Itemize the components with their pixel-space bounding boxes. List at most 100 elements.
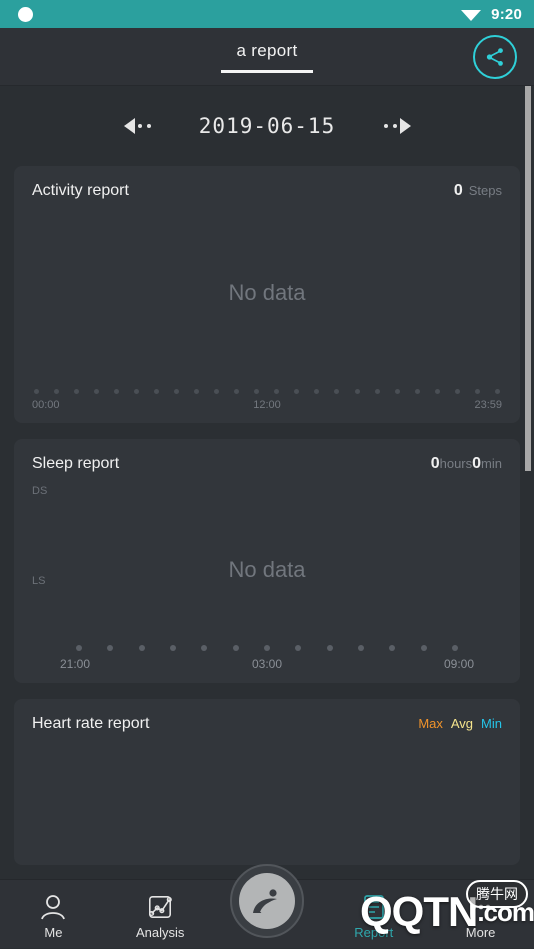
- wifi-icon: [461, 10, 482, 21]
- status-bar-right: 9:20: [460, 6, 522, 23]
- activity-axis-ticks: [32, 389, 502, 394]
- heart-rate-chart-plot: [32, 733, 502, 853]
- sleep-axis-tick: [263, 645, 270, 651]
- activity-chart: No data 00:00 12:00 23:59: [32, 200, 502, 412]
- activity-axis-tick: [234, 389, 240, 394]
- heart-rate-report-card[interactable]: Heart rate report Max Avg Min: [14, 699, 520, 865]
- sleep-card-header: Sleep report 0 hours 0 min: [32, 455, 502, 473]
- sleep-chart-plot: DS LS No data: [32, 473, 502, 643]
- heart-rate-card-title: Heart rate report: [32, 715, 150, 732]
- previous-day-button[interactable]: [82, 118, 192, 134]
- chart-icon: [149, 895, 173, 919]
- nav-item-report[interactable]: Report: [320, 880, 427, 948]
- sleep-axis-ticks: [32, 645, 502, 651]
- current-date[interactable]: 2019-06-15: [192, 114, 342, 138]
- activity-chart-plot: No data: [32, 200, 502, 385]
- tab-data-report[interactable]: a report: [221, 41, 313, 73]
- runner-logo-icon: [253, 889, 277, 913]
- activity-axis-tick: [174, 389, 180, 394]
- activity-axis-tick: [94, 389, 100, 394]
- activity-report-card[interactable]: Activity report 0 Steps No data 00:00 12…: [14, 166, 520, 423]
- sleep-axis-end: 09:00: [443, 657, 474, 671]
- document-icon: [363, 895, 384, 919]
- date-navigation: 2019-06-15: [0, 86, 534, 166]
- heart-rate-legend-max: Max: [418, 716, 443, 731]
- tab-label: a report: [236, 40, 298, 60]
- nav-label-report: Report: [354, 925, 394, 940]
- nav-item-analysis[interactable]: Analysis: [107, 880, 214, 948]
- sleep-hours-unit: hours: [439, 456, 473, 471]
- activity-axis-tick: [114, 389, 120, 394]
- activity-axis-tick: [194, 389, 200, 394]
- sleep-duration-metric: 0 hours 0 min: [431, 455, 502, 473]
- sleep-axis-tick: [169, 645, 176, 651]
- tab-active-indicator: [221, 69, 313, 73]
- activity-axis-tick: [454, 389, 460, 394]
- person-icon: [41, 895, 66, 920]
- chevron-left-icon: [123, 118, 135, 134]
- sleep-hours-value: 0: [430, 455, 440, 472]
- activity-axis-tick: [414, 389, 420, 394]
- sleep-axis-start: 21:00: [60, 657, 91, 671]
- nav-label-analysis: Analysis: [135, 925, 185, 940]
- sleep-axis-tick: [451, 645, 458, 651]
- sleep-axis-tick: [357, 645, 364, 651]
- activity-axis-tick: [274, 389, 280, 394]
- app-bar: a report: [0, 28, 534, 86]
- scrollbar[interactable]: [525, 86, 534, 879]
- sleep-card-title: Sleep report: [32, 455, 120, 472]
- fab-activity-button[interactable]: [230, 864, 304, 938]
- sleep-axis-tick: [76, 645, 82, 651]
- deep-sleep-label: DS: [32, 485, 48, 497]
- sleep-empty-state: No data: [228, 557, 306, 582]
- activity-empty-state: No data: [228, 279, 306, 305]
- chevron-right-icon: [399, 118, 411, 134]
- bottom-navigation: Me Analysis Report More QQTN .com 腾牛网: [0, 864, 534, 948]
- heart-rate-legend: Max Avg Min: [418, 716, 502, 731]
- prev-dots-icon: [137, 124, 151, 128]
- activity-card-header: Activity report 0 Steps: [32, 182, 502, 200]
- share-button[interactable]: [473, 34, 517, 79]
- activity-axis-tick: [154, 389, 160, 394]
- heart-rate-legend-avg: Avg: [450, 716, 474, 731]
- share-icon: [486, 47, 503, 66]
- scrollbar-thumb[interactable]: [525, 86, 531, 471]
- sleep-axis-tick: [389, 645, 396, 651]
- activity-steps-metric: 0 Steps: [454, 182, 502, 200]
- activity-card-title: Activity report: [32, 182, 129, 199]
- nav-item-more[interactable]: More: [427, 880, 534, 948]
- activity-steps-unit: Steps: [468, 183, 502, 198]
- fab-inner-circle: [239, 873, 295, 929]
- sleep-chart: DS LS No data 21:00 03:00 09:00: [32, 473, 502, 671]
- sleep-axis-tick: [107, 645, 114, 651]
- status-time: 9:20: [491, 5, 522, 23]
- sleep-axis-middle: 03:00: [251, 657, 283, 671]
- activity-axis-tick: [134, 389, 140, 394]
- activity-axis-start: 00:00: [32, 399, 60, 411]
- nav-item-me[interactable]: Me: [0, 880, 107, 948]
- activity-axis-tick: [254, 389, 260, 394]
- activity-axis-tick: [394, 389, 400, 394]
- activity-axis-labels: 00:00 12:00 23:59: [32, 399, 502, 411]
- heart-rate-card-header: Heart rate report Max Avg Min: [32, 715, 502, 733]
- nav-label-more: More: [465, 925, 496, 940]
- sleep-axis-tick: [420, 645, 427, 651]
- report-scroll-area[interactable]: 2019-06-15 Activity report 0 Steps No da…: [0, 86, 534, 879]
- heart-rate-legend-min: Min: [481, 716, 502, 731]
- activity-axis-tick: [474, 389, 480, 394]
- next-dots-icon: [383, 124, 397, 128]
- activity-axis-tick: [434, 389, 440, 394]
- activity-axis-tick: [314, 389, 320, 394]
- activity-axis-end: 23:59: [474, 399, 502, 411]
- activity-axis-tick: [54, 389, 60, 394]
- sleep-report-card[interactable]: Sleep report 0 hours 0 min DS LS No data…: [14, 439, 520, 683]
- sleep-axis-labels: 21:00 03:00 09:00: [32, 657, 502, 671]
- next-day-button[interactable]: [342, 118, 452, 134]
- sleep-minutes-unit: min: [481, 456, 502, 471]
- activity-axis-tick: [34, 389, 39, 394]
- activity-axis-tick: [374, 389, 380, 394]
- activity-axis-tick: [294, 389, 300, 394]
- sleep-axis-tick: [295, 645, 302, 651]
- activity-steps-value: 0: [453, 182, 463, 199]
- recording-dot-icon: [18, 6, 33, 22]
